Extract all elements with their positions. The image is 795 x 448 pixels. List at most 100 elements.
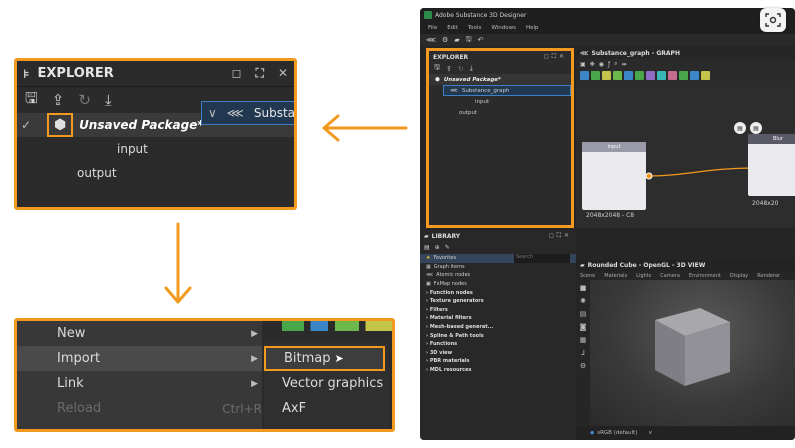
menu-item-new[interactable]: New ▶ (17, 321, 262, 346)
submenu-item-axf[interactable]: AxF (264, 396, 389, 421)
export-icon[interactable]: ⤓ (105, 91, 112, 109)
panel-controls-icon[interactable]: ◻⛶✕ (549, 232, 572, 240)
menu-windows[interactable]: Windows (491, 25, 516, 31)
node-shortcut-icon[interactable] (635, 70, 644, 80)
settings-icon[interactable]: ⚙ (442, 36, 448, 44)
camera-icon[interactable]: ◉ (599, 61, 604, 68)
chevron-down-icon[interactable]: ∨ (648, 430, 652, 436)
tab-camera[interactable]: Camera (660, 273, 680, 279)
output-row[interactable]: output (17, 161, 294, 185)
node-title: Blur (748, 134, 795, 144)
dock-icon[interactable]: ◻ (232, 66, 242, 81)
library-add-icon[interactable]: ⊕ (435, 244, 440, 251)
undo-icon[interactable]: ↶ (478, 36, 484, 44)
output-row[interactable]: output (429, 107, 571, 118)
refresh-icon[interactable]: ↻ (458, 65, 464, 73)
node-shortcut-icon[interactable] (591, 70, 600, 80)
blur-node[interactable]: Blur (748, 134, 795, 196)
library-category[interactable]: › Mesh-based generat... (420, 323, 576, 332)
submenu-item-vector-graphics[interactable]: Vector graphics (264, 371, 389, 396)
library-category[interactable]: › Material filters (420, 314, 576, 323)
package-icon[interactable]: ⬢ (435, 77, 440, 83)
library-item-graph-items[interactable]: ▦ Graph items (420, 263, 576, 272)
menu-edit[interactable]: Edit (447, 25, 458, 31)
node-shortcut-icon[interactable] (646, 70, 655, 80)
library-brush-icon[interactable]: ✎ (445, 244, 450, 251)
close-icon[interactable]: ✕ (278, 66, 288, 81)
library-category[interactable]: › Function nodes (420, 288, 576, 297)
tab-renderer[interactable]: Renderer (757, 273, 780, 279)
menu-file[interactable]: File (428, 25, 437, 31)
save-icon[interactable]: 🖫 (434, 63, 440, 74)
node-shortcut-icon[interactable] (679, 70, 688, 80)
node-shortcut-icon[interactable] (668, 70, 677, 80)
library-category[interactable]: › Texture generators (420, 297, 576, 306)
open-folder-icon[interactable]: ▰ (454, 36, 459, 44)
library-item-fxmap-nodes[interactable]: ▣ FxMap nodes (420, 280, 576, 289)
node-shortcut-icon[interactable] (624, 70, 633, 80)
graph-title: Substance_graph - GRAPH (591, 50, 680, 57)
align-icon[interactable]: ⇹ (621, 61, 626, 68)
snapshot-icon[interactable]: ◙ (580, 323, 587, 331)
library-category[interactable]: › PBR materials (420, 357, 576, 366)
refresh-icon[interactable]: ↻ (78, 91, 91, 109)
menu-help[interactable]: Help (526, 25, 539, 31)
colorspace-select[interactable]: sRGB (default) (597, 430, 637, 436)
node-shortcut-icon[interactable] (701, 70, 710, 80)
export-icon[interactable]: ⤓ (470, 64, 473, 73)
panel-controls-icon[interactable]: ◻⛶✕ (544, 53, 567, 61)
maximize-icon[interactable]: ⛶ (256, 66, 264, 81)
library-category[interactable]: › Filters (420, 306, 576, 315)
input-row[interactable]: input (17, 137, 294, 161)
node-shortcut-icon[interactable] (657, 70, 666, 80)
menu-item-link[interactable]: Link ▶ (17, 371, 262, 396)
3d-viewport[interactable] (590, 280, 795, 426)
library-category[interactable]: › 3D view (420, 349, 576, 358)
screenshot-button[interactable] (760, 8, 786, 32)
node-shortcut-icon[interactable] (613, 70, 622, 80)
menu-item-import[interactable]: Import ▶ (17, 346, 262, 371)
save-icon[interactable]: 🖫 (466, 35, 472, 46)
light-icon[interactable]: ✺ (580, 297, 586, 305)
frame-icon[interactable]: ▣ (580, 61, 586, 68)
save-icon[interactable]: 🖫 (25, 88, 38, 113)
camera-icon[interactable]: ■ (580, 284, 587, 292)
new-graph-icon[interactable]: ⋘ (426, 36, 436, 44)
library-view-icon[interactable]: ▤ (424, 244, 430, 251)
chevron-down-icon[interactable]: ✓ (21, 118, 31, 132)
node-shortcut-icon[interactable] (580, 70, 589, 80)
search-icon[interactable]: ⌕ (614, 60, 617, 68)
image-icon[interactable]: ▤ (580, 310, 587, 318)
tab-display[interactable]: Display (730, 273, 748, 279)
pan-icon[interactable]: ✥ (590, 61, 595, 68)
tab-scene[interactable]: Scene (580, 273, 595, 279)
publish-icon[interactable]: ⇪ (52, 91, 65, 109)
node-shortcut-icon[interactable] (690, 70, 699, 80)
graph-row[interactable]: ⋘ Substance_graph (443, 85, 571, 96)
tab-lights[interactable]: Lights (636, 273, 651, 279)
package-icon[interactable]: ⬢ (47, 113, 74, 137)
graph-row[interactable]: ∨ ⋘ Substance_graph (201, 101, 294, 125)
library-category[interactable]: › Spline & Path tools (420, 331, 576, 340)
library-item-label: FxMap nodes (433, 281, 467, 288)
node-shortcut-icon[interactable] (602, 70, 611, 80)
menu-tools[interactable]: Tools (468, 25, 482, 31)
library-category[interactable]: › MDL resources (420, 366, 576, 375)
explorer-panel: EXPLORER ◻⛶✕ 🖫 ⇪ ↻ ⤓ ⬢ Unsaved Package* … (426, 48, 574, 228)
tab-materials[interactable]: Materials (604, 273, 627, 279)
library-search-input[interactable]: Search (514, 254, 570, 263)
library-item-atomic-nodes[interactable]: ⋘ Atomic nodes (420, 271, 576, 280)
axis-icon[interactable]: ⅃ (581, 349, 585, 357)
package-row[interactable]: ⬢ Unsaved Package* (429, 74, 571, 85)
menu-item-reload[interactable]: Reload Ctrl+R (17, 396, 262, 421)
submenu-item-bitmap[interactable]: Bitmap ➤ (264, 346, 385, 371)
function-icon[interactable]: ƒ (608, 61, 610, 68)
tab-environment[interactable]: Environment (689, 273, 721, 279)
publish-icon[interactable]: ⇪ (446, 65, 452, 73)
input-row[interactable]: input (429, 96, 571, 107)
grid-icon[interactable]: ▦ (580, 336, 587, 344)
input-node[interactable]: input (582, 142, 646, 210)
library-category[interactable]: › Functions (420, 340, 576, 349)
gear-icon[interactable]: ⚙ (580, 362, 586, 370)
chevron-down-icon[interactable]: ∨ (208, 106, 217, 120)
